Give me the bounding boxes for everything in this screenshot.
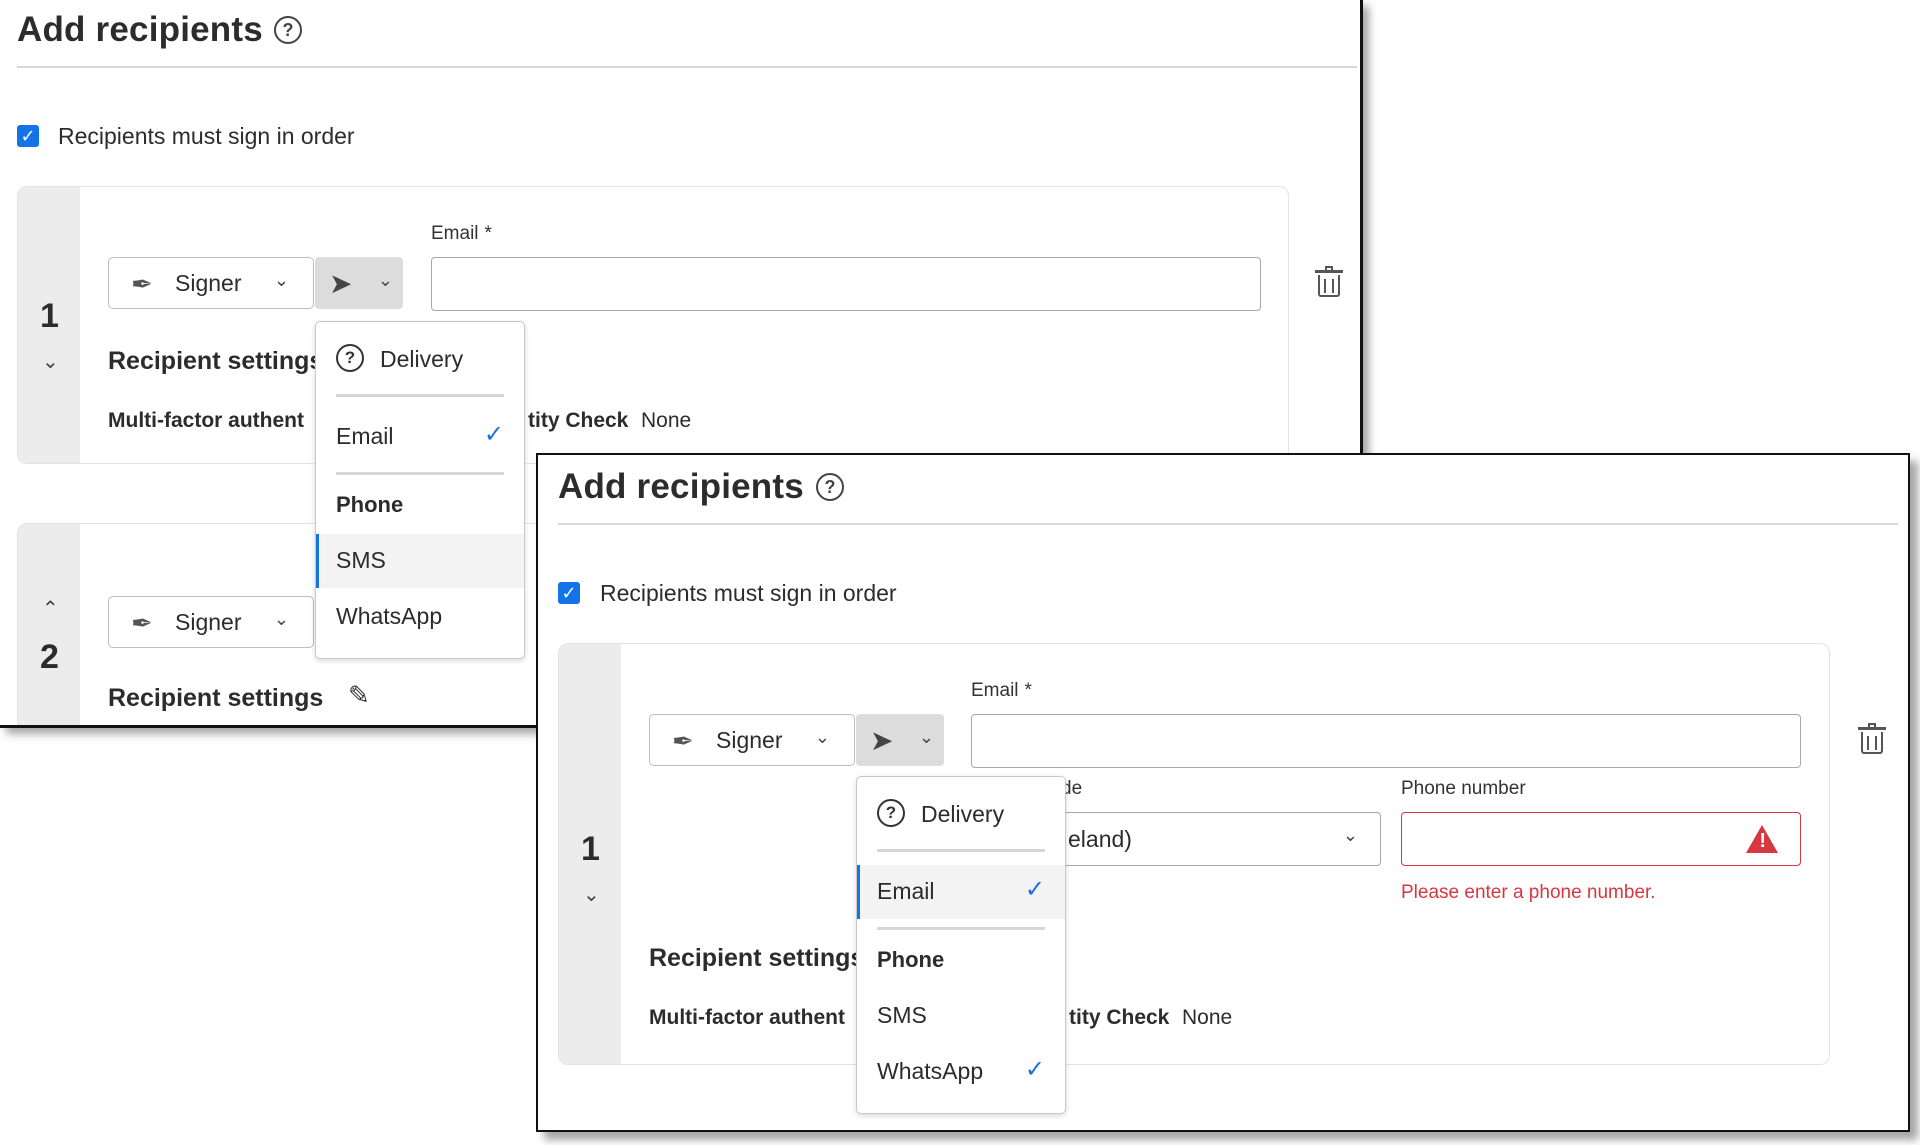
menu-item-email[interactable]: Email ✓ (316, 410, 524, 464)
menu-item-whatsapp[interactable]: WhatsApp ✓ (857, 1045, 1065, 1099)
identity-check-label: tity Check (528, 409, 629, 432)
menu-item-label: WhatsApp (877, 1058, 984, 1084)
order-number: 2 (40, 638, 59, 676)
menu-item-label: Email (877, 878, 935, 904)
help-icon: ? (877, 799, 905, 827)
email-input[interactable] (971, 714, 1801, 768)
role-label: Signer (716, 727, 783, 753)
chevron-down-icon[interactable]: ⌄ (583, 882, 600, 907)
title-divider (558, 523, 1898, 525)
menu-item-label: WhatsApp (336, 603, 443, 629)
alert-mark: ! (1759, 830, 1766, 852)
page-title: Add recipients (558, 467, 804, 506)
menu-divider (336, 472, 504, 475)
phone-number-input[interactable]: ! (1401, 812, 1801, 866)
order-rail (18, 524, 80, 725)
recipient-settings-title: Recipient settings (108, 684, 324, 712)
chevron-down-icon: ⌄ (918, 727, 934, 747)
identity-check-label: tity Check (1069, 1006, 1170, 1029)
menu-item-whatsapp[interactable]: WhatsApp (316, 590, 524, 644)
role-label: Signer (175, 270, 242, 296)
order-number: 1 (581, 830, 600, 868)
paper-plane-icon: ➤ (870, 725, 894, 756)
menu-item-label: SMS (336, 547, 386, 573)
sign-in-order-checkbox[interactable]: ✓ (17, 125, 39, 147)
pen-icon: ✒ (672, 726, 694, 756)
role-label: Signer (175, 609, 242, 635)
menu-item-email[interactable]: Email ✓ (857, 865, 1065, 919)
chevron-up-icon[interactable]: ⌃ (42, 596, 59, 621)
chevron-down-icon: ⌄ (273, 270, 289, 290)
chevron-down-icon[interactable]: ⌄ (42, 349, 59, 374)
email-field-label: Email * (431, 223, 492, 244)
delivery-method-button[interactable]: ➤ ⌄ (856, 714, 944, 766)
menu-item-sms[interactable]: SMS (316, 534, 524, 588)
delivery-method-button[interactable]: ➤ ⌄ (315, 257, 403, 309)
sign-in-order-label: Recipients must sign in order (600, 580, 897, 606)
order-number: 1 (40, 297, 59, 335)
pen-icon: ✒ (131, 269, 153, 299)
role-dropdown[interactable]: ✒ Signer ⌄ (108, 596, 314, 648)
country-code-value: eland) (1068, 826, 1132, 852)
sign-in-order-checkbox[interactable]: ✓ (558, 582, 580, 604)
add-recipients-panel-front: Add recipients ? ✓ Recipients must sign … (536, 453, 1910, 1132)
menu-item-label: Email (336, 423, 394, 449)
menu-group-phone: Phone (336, 492, 404, 517)
checkmark-icon: ✓ (1024, 876, 1045, 903)
menu-divider (877, 849, 1045, 852)
menu-divider (877, 927, 1045, 930)
mfa-label: Multi-factor authent (108, 409, 304, 432)
sign-in-order-label: Recipients must sign in order (58, 123, 355, 149)
phone-number-label: Phone number (1401, 778, 1526, 799)
menu-item-sms[interactable]: SMS (857, 989, 1065, 1043)
pencil-icon[interactable]: ✎ (348, 680, 370, 711)
delivery-menu-header: Delivery (921, 801, 1005, 827)
phone-error-message: Please enter a phone number. (1401, 882, 1656, 903)
recipient-card-1: 1 ⌄ ✒ Signer ⌄ ➤ ⌄ Email * Recipient sett… (17, 186, 1289, 464)
help-icon: ? (336, 344, 364, 372)
email-input[interactable] (431, 257, 1261, 311)
checkmark-icon: ✓ (1024, 1056, 1045, 1083)
menu-item-label: SMS (877, 1002, 927, 1028)
menu-divider (336, 394, 504, 397)
delivery-menu: ? Delivery Email ✓ Phone SMS WhatsApp ✓ (856, 776, 1066, 1114)
recipient-settings-title: Recipient settings (649, 944, 865, 972)
delivery-menu-header: Delivery (380, 346, 464, 372)
recipient-settings-title: Recipient settings (108, 347, 324, 375)
required-mark: * (484, 223, 492, 244)
pen-icon: ✒ (131, 608, 153, 638)
mfa-label: Multi-factor authent (649, 1006, 845, 1029)
recipient-card-1: 1 ⌄ ✒ Signer ⌄ ➤ ⌄ Email * de eland) ⌄ Ph… (558, 643, 1830, 1065)
role-dropdown[interactable]: ✒ Signer ⌄ (649, 714, 855, 766)
page-title: Add recipients (17, 10, 263, 49)
chevron-down-icon: ⌄ (273, 609, 289, 629)
title-divider (17, 66, 1357, 68)
identity-check-value: None (1182, 1006, 1233, 1029)
required-mark: * (1024, 680, 1032, 701)
delivery-menu: ? Delivery Email ✓ Phone SMS WhatsApp (315, 321, 525, 659)
email-field-label: Email * (971, 680, 1032, 701)
role-dropdown[interactable]: ✒ Signer ⌄ (108, 257, 314, 309)
chevron-down-icon: ⌄ (814, 727, 830, 747)
chevron-down-icon: ⌄ (377, 270, 393, 290)
trash-icon[interactable] (1315, 266, 1343, 297)
help-icon[interactable]: ? (274, 16, 302, 44)
paper-plane-icon: ➤ (329, 268, 353, 299)
menu-group-phone: Phone (877, 947, 945, 972)
trash-icon[interactable] (1858, 723, 1886, 754)
chevron-down-icon: ⌄ (1342, 825, 1358, 845)
help-icon[interactable]: ? (816, 473, 844, 501)
checkmark-icon: ✓ (483, 421, 504, 448)
identity-check-value: None (641, 409, 692, 432)
